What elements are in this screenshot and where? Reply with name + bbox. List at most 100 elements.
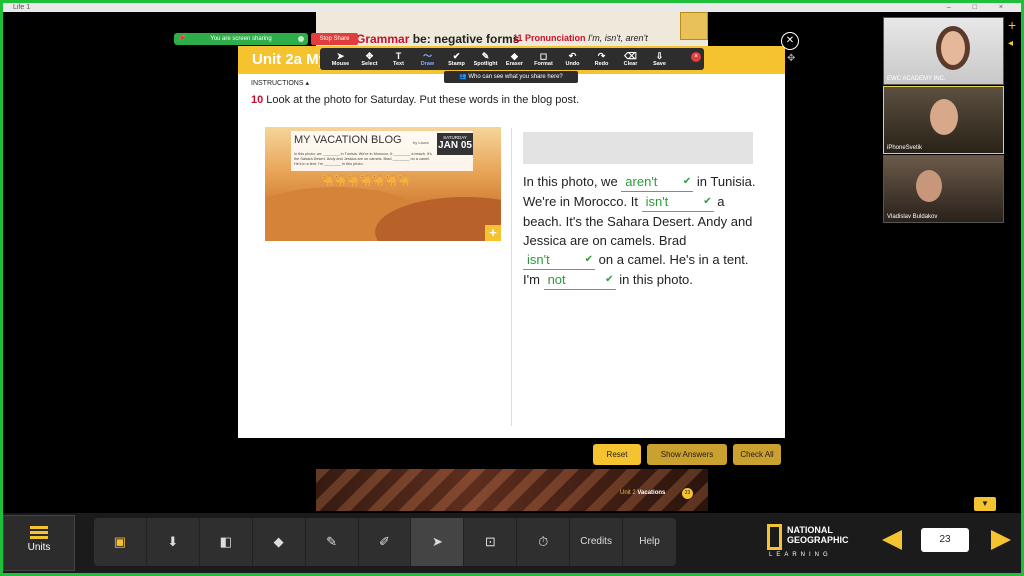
reset-button[interactable]: Reset — [593, 444, 641, 465]
answer-blank-1[interactable]: aren't ✔ — [621, 172, 694, 192]
blog-card: MY VACATION BLOG by Laura SATURDAY JAN 0… — [291, 131, 473, 171]
check-icon: ✔ — [584, 254, 593, 265]
window-title: Life 1 — [13, 4, 31, 11]
screen-sharing-indicator[interactable]: 📌 You are screen sharing — [174, 33, 308, 45]
unit-banner[interactable]: Unit 2 Vacations 23 — [316, 469, 708, 511]
save-icon: ⇩ — [655, 51, 664, 61]
next-page-arrow-icon[interactable] — [991, 530, 1011, 550]
column-divider — [511, 128, 512, 426]
desert-photo: 🐪🐪🐪🐪🐪🐪🐪 MY VACATION BLOG by Laura SATURD… — [265, 127, 501, 241]
tool-eraser[interactable]: ◆ Eraser — [500, 51, 529, 67]
grammar-heading: Grammar be: negative forms — [356, 32, 520, 46]
marker-icon: ⬇ — [167, 534, 179, 549]
participant-video-3[interactable]: Vladislav Buldakov — [883, 155, 1004, 223]
window-titlebar: Life 1 – □ × — [3, 3, 1021, 12]
mouse-icon: ➤ — [336, 51, 345, 61]
participant-video-2[interactable]: iPhoneSvetik — [883, 86, 1004, 154]
units-list-icon — [30, 526, 48, 540]
add-icon[interactable]: + — [1008, 18, 1022, 32]
tool-save[interactable]: ⇩ Save — [645, 51, 674, 67]
question-text: Look at the photo for Saturday. Put thes… — [266, 94, 580, 106]
page-number-input[interactable]: 23 — [921, 528, 969, 552]
banner-page-badge: 23 — [682, 488, 693, 499]
answer-blank-3[interactable]: isn't ✔ — [523, 250, 595, 270]
participant-name: EWC ACADEMY INC. — [887, 76, 946, 82]
stop-share-button[interactable]: Stop Share — [311, 33, 358, 45]
screen-sharing-label: You are screen sharing — [210, 36, 272, 42]
cursor-icon: ➤ — [431, 534, 443, 549]
who-can-see-button[interactable]: 👥 Who can see what you share here? — [444, 71, 578, 83]
whiteboard-button[interactable]: ▣ — [94, 518, 147, 566]
previous-page-arrow-icon[interactable] — [882, 530, 902, 550]
undo-icon: ↶ — [568, 51, 577, 61]
blog-date: SATURDAY JAN 05 — [437, 133, 473, 155]
cover-icon: ◧ — [219, 534, 232, 549]
avatar — [936, 26, 970, 70]
draw-icon: 〜 — [422, 51, 432, 61]
camel-caravan: 🐪🐪🐪🐪🐪🐪🐪 — [320, 175, 410, 187]
stamp-icon: ✔ — [452, 51, 461, 61]
highlighter-icon: ✐ — [379, 534, 390, 549]
units-button[interactable]: Units — [3, 515, 75, 571]
check-icon: ✔ — [703, 196, 712, 207]
question-prompt: 10 Look at the photo for Saturday. Put th… — [251, 94, 579, 106]
instructions-toggle[interactable]: INSTRUCTIONS ▴ — [251, 79, 309, 87]
expand-arrow-icon[interactable]: ◂ — [1008, 37, 1022, 51]
tool-text[interactable]: T Text — [384, 51, 413, 67]
tool-mouse[interactable]: ➤ Mouse — [326, 51, 355, 67]
tool-nav: ▣ ⬇ ◧ ◆ ✎ ✐ ➤ ⊡ ⏱ Credits Help — [94, 518, 676, 566]
pointer-button[interactable]: ⬇ — [147, 518, 200, 566]
shield-icon — [298, 36, 304, 42]
tool-select[interactable]: ✥ Select — [355, 51, 384, 67]
expand-photo-button[interactable]: + — [485, 225, 501, 241]
annotation-toolbar: ➤ Mouse ✥ Select T Text 〜 Draw ✔ Stamp ✎ Spotl… — [320, 48, 704, 70]
word-bank-area[interactable] — [523, 132, 753, 164]
check-icon: ✔ — [682, 176, 692, 187]
tool-undo[interactable]: ↶ Undo — [558, 51, 587, 67]
tool-stamp[interactable]: ✔ Stamp — [442, 51, 471, 67]
avatar — [916, 170, 942, 202]
pen-button[interactable]: ✎ — [306, 518, 359, 566]
select-icon: ✥ — [365, 51, 374, 61]
pin-icon: 📌 — [178, 36, 186, 42]
timer-button[interactable]: ⏱ — [517, 518, 571, 566]
tool-clear[interactable]: ⌫ Clear — [616, 51, 645, 67]
participant-video-1[interactable]: EWC ACADEMY INC. — [883, 17, 1004, 85]
clear-icon: ⌫ — [624, 51, 637, 61]
check-all-button[interactable]: Check All — [733, 444, 781, 465]
cover-button[interactable]: ◧ — [200, 518, 253, 566]
eraser-button[interactable]: ◆ — [253, 518, 306, 566]
book-icon: ⊡ — [484, 534, 496, 549]
ng-yellow-frame-icon — [767, 524, 782, 550]
answer-blank-4[interactable]: not ✔ — [543, 270, 616, 290]
redo-icon: ↷ — [597, 51, 606, 61]
check-icon: ✔ — [605, 274, 614, 285]
unit-title: Unit 2a My — [252, 51, 328, 68]
collapse-toggle-button[interactable]: ▼ — [974, 497, 996, 511]
show-answers-button[interactable]: Show Answers — [647, 444, 727, 465]
cursor-button[interactable]: ➤ — [411, 518, 465, 566]
pronunciation-heading: 11 Pronunciation I'm, isn't, aren't — [513, 33, 648, 43]
close-toolbar-button[interactable]: × — [691, 52, 701, 62]
answer-blank-2[interactable]: isn't ✔ — [641, 192, 714, 212]
tool-redo[interactable]: ↷ Redo — [587, 51, 616, 67]
move-icon[interactable]: ✥ — [787, 54, 797, 64]
avatar — [930, 99, 958, 135]
highlighter-button[interactable]: ✐ — [359, 518, 412, 566]
tool-format[interactable]: ◻ Format — [529, 51, 558, 67]
book-button[interactable]: ⊡ — [464, 518, 518, 566]
blog-body-preview: In this photo, we ________ in Tunisia. W… — [294, 152, 432, 166]
tool-draw[interactable]: 〜 Draw — [413, 51, 442, 67]
blog-post-text: In this photo, we aren't ✔ in Tunisia. We… — [523, 172, 759, 290]
tool-spotlight[interactable]: ✎ Spotlight — [471, 51, 500, 67]
close-panel-button[interactable]: ✕ — [781, 32, 799, 50]
help-button[interactable]: Help — [623, 518, 676, 566]
question-number: 10 — [251, 94, 264, 106]
lesson-thumbnail-icon[interactable] — [680, 12, 708, 40]
blog-title: MY VACATION BLOG — [294, 134, 402, 146]
window-controls[interactable]: – □ × — [947, 3, 1013, 12]
blog-author: by Laura — [413, 140, 429, 145]
lesson-header-strip: Grammar be: negative forms 11 Pronunciat… — [316, 12, 708, 46]
credits-button[interactable]: Credits — [570, 518, 624, 566]
eraser-icon: ◆ — [273, 534, 284, 549]
